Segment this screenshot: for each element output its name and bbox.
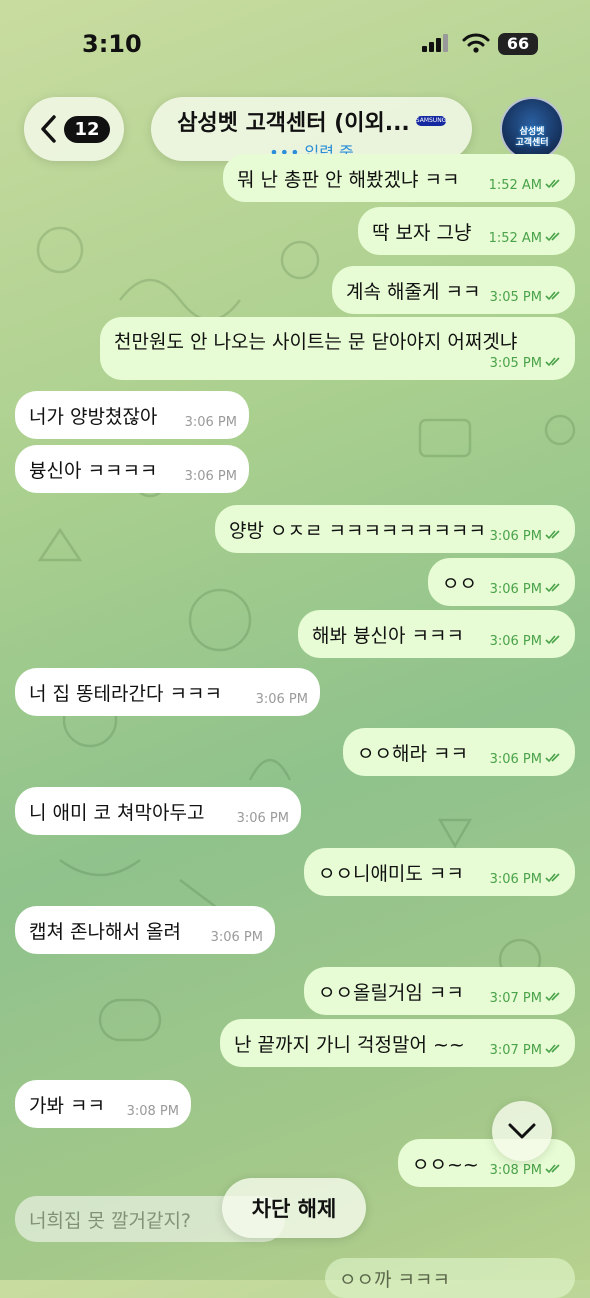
read-checkmark-icon [545,179,560,189]
read-checkmark-icon [545,1164,560,1174]
unblock-button[interactable]: 차단 해제 [222,1178,366,1238]
message-text: 딱 보자 그냥 [372,221,472,244]
message-meta: 3:06 PM [490,529,563,544]
message-meta: 3:06 PM [490,634,563,649]
outgoing-message[interactable]: 양방 ㅇㅈㄹ ㅋㅋㅋㅋㅋㅋㅋㅋㅋ 3:06 PM [215,505,575,553]
incoming-message[interactable]: 가봐 ㅋㅋ 3:08 PM [15,1080,191,1128]
message-time: 3:06 PM [184,415,237,430]
outgoing-message[interactable]: ㅇㅇ~~ 3:08 PM [398,1139,575,1187]
read-checkmark-icon [545,232,560,242]
message-time: 3:06 PM [489,752,542,767]
message-meta: 3:07 PM [490,991,563,1006]
message-text: 니 애미 코 쳐막아두고 [29,801,205,824]
message-text: 븅신아 ㅋㅋㅋㅋ [29,459,158,482]
chevron-down-icon [508,1123,536,1139]
incoming-message[interactable]: 니 애미 코 쳐막아두고 3:06 PM [15,787,301,835]
message-text: 뭐 난 총판 안 해봤겠냐 ㅋㅋ [237,168,460,191]
message-meta: 3:06 PM [490,872,563,887]
message-text: 계속 해줄게 ㅋㅋ [346,280,481,303]
message-meta: 3:06 PM [490,582,563,597]
message-meta: 3:06 PM [185,415,237,430]
outgoing-message[interactable]: ㅇㅇ 3:06 PM [428,558,575,606]
partial-outgoing-message: ㅇㅇ까 ㅋㅋㅋ [325,1258,575,1298]
message-text: ㅇㅇ니애미도 ㅋㅋ [318,862,464,885]
message-time: 3:06 PM [255,692,308,707]
read-checkmark-icon [545,635,560,645]
scroll-down-button[interactable] [492,1101,552,1161]
message-time: 3:06 PM [236,811,289,826]
outgoing-message[interactable]: 계속 해줄게 ㅋㅋ 3:05 PM [332,266,575,314]
message-time: 3:06 PM [489,872,542,887]
message-time: 3:05 PM [489,356,542,371]
message-time: 1:52 AM [488,178,542,193]
message-meta: 3:06 PM [237,811,289,826]
message-time: 3:08 PM [489,1163,542,1178]
message-text: 너 집 똥테라간다 ㅋㅋㅋ [29,682,222,705]
outgoing-message[interactable]: ㅇㅇ니애미도 ㅋㅋ 3:06 PM [304,848,575,896]
message-meta: 1:52 AM [489,178,563,193]
outgoing-message[interactable]: ㅇㅇ해라 ㅋㅋ 3:06 PM [343,728,575,776]
message-text: ㅇㅇ올릴거임 ㅋㅋ [318,981,464,1004]
read-checkmark-icon [545,530,560,540]
outgoing-message[interactable]: 천만원도 안 나오는 사이트는 문 닫아야지 어쩌겟냐 3:05 PM [100,317,575,380]
message-meta: 3:06 PM [256,692,308,707]
outgoing-message[interactable]: 뭐 난 총판 안 해봤겠냐 ㅋㅋ 1:52 AM [223,154,575,202]
message-text: 천만원도 안 나오는 사이트는 문 닫아야지 어쩌겟냐 [114,331,518,353]
read-checkmark-icon [545,357,560,367]
message-time: 3:05 PM [489,290,542,305]
message-text: 양방 ㅇㅈㄹ ㅋㅋㅋㅋㅋㅋㅋㅋㅋ [229,519,486,542]
message-meta: 3:06 PM [490,752,563,767]
message-meta: 3:06 PM [211,930,263,945]
incoming-message[interactable]: 너가 양방쳤잖아 3:06 PM [15,391,249,439]
read-checkmark-icon [545,291,560,301]
message-time: 1:52 AM [488,231,542,246]
partial-message-text: 너희집 못 깔거같지? [29,1209,192,1232]
message-meta: 1:52 AM [489,231,563,246]
message-text: 너가 양방쳤잖아 [29,405,158,428]
read-checkmark-icon [545,753,560,763]
outgoing-message[interactable]: 해봐 븅신아 ㅋㅋㅋ 3:06 PM [298,610,575,658]
read-checkmark-icon [545,992,560,1002]
incoming-message[interactable]: 너 집 똥테라간다 ㅋㅋㅋ 3:06 PM [15,668,320,716]
outgoing-message[interactable]: 딱 보자 그냥 1:52 AM [358,207,575,255]
message-text: 해봐 븅신아 ㅋㅋㅋ [312,624,464,647]
message-meta: 3:05 PM [490,356,563,371]
message-time: 3:08 PM [126,1104,179,1119]
message-time: 3:07 PM [489,991,542,1006]
message-text: 가봐 ㅋㅋ [29,1094,105,1117]
message-text: 난 끝까지 가니 걱정말어 ~~ [234,1033,465,1056]
message-text: ㅇㅇ [442,572,477,595]
message-text: ㅇㅇ~~ [412,1153,479,1176]
read-checkmark-icon [545,873,560,883]
message-meta: 3:05 PM [490,290,563,305]
read-checkmark-icon [545,583,560,593]
message-time: 3:06 PM [489,582,542,597]
partial-outgoing-text: ㅇㅇ까 ㅋㅋㅋ [339,1268,450,1291]
message-time: 3:06 PM [184,469,237,484]
message-meta: 3:08 PM [127,1104,179,1119]
incoming-message[interactable]: 븅신아 ㅋㅋㅋㅋ 3:06 PM [15,445,249,493]
outgoing-message[interactable]: ㅇㅇ올릴거임 ㅋㅋ 3:07 PM [304,967,575,1015]
incoming-message[interactable]: 캡쳐 존나해서 올려 3:06 PM [15,906,275,954]
outgoing-message[interactable]: 난 끝까지 가니 걱정말어 ~~ 3:07 PM [220,1019,575,1067]
message-text: 캡쳐 존나해서 올려 [29,920,181,943]
message-meta: 3:08 PM [490,1163,563,1178]
message-time: 3:06 PM [489,634,542,649]
message-meta: 3:07 PM [490,1043,563,1058]
message-list: 뭐 난 총판 안 해봤겠냐 ㅋㅋ 1:52 AM 딱 보자 그냥 1:52 AM 계속 … [0,0,590,1280]
message-meta: 3:06 PM [185,469,237,484]
message-time: 3:07 PM [489,1043,542,1058]
message-text: ㅇㅇ해라 ㅋㅋ [357,742,468,765]
message-time: 3:06 PM [210,930,263,945]
message-time: 3:06 PM [489,529,542,544]
read-checkmark-icon [545,1044,560,1054]
